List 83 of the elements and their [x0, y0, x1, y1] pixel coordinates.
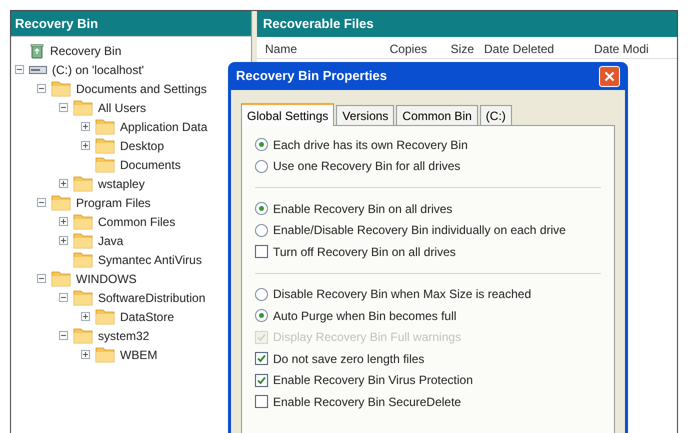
expand-toggle[interactable] — [81, 141, 90, 150]
radio-button[interactable] — [255, 160, 268, 173]
tree-item-label[interactable]: WINDOWS — [76, 270, 137, 288]
collapse-toggle[interactable] — [59, 331, 68, 340]
folder-icon — [73, 289, 93, 306]
tree-item-label[interactable]: SoftwareDistribution — [98, 288, 206, 306]
expand-toggle[interactable] — [81, 122, 90, 131]
option-label: Enable/Disable Recovery Bin individually on each drive — [273, 222, 566, 240]
folder-icon — [73, 327, 93, 344]
checkbox[interactable] — [255, 374, 268, 387]
folder-icon — [95, 137, 115, 154]
tree-item-label[interactable]: WBEM — [120, 346, 158, 364]
collapse-toggle[interactable] — [37, 274, 46, 283]
tree-item-label[interactable]: Documents and Settings — [76, 80, 207, 98]
dialog-title: Recovery Bin Properties — [236, 67, 388, 86]
option-label: Use one Recovery Bin for all drives — [273, 158, 460, 176]
pane-title: Recovery Bin — [15, 14, 98, 33]
checkbox[interactable] — [255, 395, 268, 408]
tree-item-label[interactable]: system32 — [98, 326, 150, 344]
tree-item-label[interactable]: All Users — [98, 98, 146, 116]
expand-toggle[interactable] — [81, 350, 90, 359]
radio-button[interactable] — [255, 288, 268, 301]
option-label: Auto Purge when Bin becomes full — [273, 308, 456, 325]
option-label: Display Recovery Bin Full warnings — [273, 329, 462, 346]
collapse-toggle[interactable] — [59, 293, 68, 302]
radio-button[interactable] — [255, 202, 268, 216]
tree-item-label[interactable]: Documents — [120, 156, 181, 174]
tab[interactable]: Common Bin — [396, 105, 478, 125]
tree-item-label[interactable]: wstapley — [98, 174, 145, 192]
radio-button[interactable] — [255, 224, 268, 237]
option-label: Turn off Recovery Bin on all drives — [273, 244, 456, 261]
tree-item-label[interactable]: Program Files — [76, 194, 151, 212]
column-header[interactable]: Name — [265, 40, 375, 58]
tree-item-label[interactable]: Desktop — [120, 136, 164, 154]
recycle-bin-icon — [29, 42, 45, 58]
column-header[interactable]: Copies — [375, 40, 435, 58]
expand-toggle[interactable] — [59, 217, 68, 226]
tree-item-label[interactable]: DataStore — [120, 308, 174, 326]
folder-icon — [73, 232, 93, 249]
folder-icon — [51, 270, 71, 287]
folder-icon — [73, 213, 93, 230]
column-header[interactable]: Date Deleted — [480, 40, 590, 58]
column-header[interactable]: Size — [435, 40, 480, 58]
drive-icon — [29, 64, 47, 74]
tree-item-label[interactable]: (C:) on 'localhost' — [52, 60, 144, 78]
column-header[interactable]: Date Modi — [590, 40, 677, 58]
close-button[interactable] — [599, 66, 620, 86]
collapse-toggle[interactable] — [15, 65, 24, 74]
option-label: Enable Recovery Bin Virus Protection — [273, 372, 473, 390]
collapse-toggle[interactable] — [59, 103, 68, 112]
tab[interactable]: Global Settings — [241, 103, 334, 126]
tree-item-label[interactable]: Application Data — [120, 118, 208, 136]
expand-toggle[interactable] — [81, 312, 90, 321]
tab[interactable]: Versions — [336, 105, 394, 125]
folder-icon — [73, 251, 93, 268]
folder-icon — [73, 99, 93, 116]
option-label: Disable Recovery Bin when Max Size is reached — [273, 286, 532, 304]
tree-item-label[interactable]: Recovery Bin — [50, 42, 122, 60]
folder-icon — [51, 80, 71, 97]
expand-toggle[interactable] — [59, 179, 68, 188]
tab[interactable]: (C:) — [480, 105, 512, 125]
pane-title: Recoverable Files — [263, 15, 374, 34]
option-label: Each drive has its own Recovery Bin — [273, 136, 468, 154]
tree-item-label[interactable]: Symantec AntiVirus — [98, 250, 202, 268]
collapse-toggle[interactable] — [37, 198, 46, 207]
folder-icon — [95, 308, 115, 325]
folder-icon — [95, 156, 115, 173]
option-label: Enable Recovery Bin on all drives — [273, 200, 452, 218]
tree-item-label[interactable]: Java — [98, 232, 124, 250]
checkbox[interactable] — [255, 352, 268, 366]
folder-icon — [73, 175, 93, 192]
folder-icon — [95, 118, 115, 135]
checkbox[interactable] — [255, 245, 268, 258]
folder-icon — [51, 194, 71, 211]
expand-toggle[interactable] — [59, 236, 68, 245]
collapse-toggle[interactable] — [37, 84, 46, 93]
radio-button[interactable] — [255, 309, 268, 322]
close-icon — [604, 70, 615, 82]
option-label: Enable Recovery Bin SecureDelete — [273, 394, 462, 411]
tree-item-label[interactable]: Common Files — [98, 212, 176, 230]
folder-icon — [95, 346, 115, 363]
option-label: Do not save zero length files — [273, 350, 424, 368]
radio-button[interactable] — [255, 138, 268, 152]
